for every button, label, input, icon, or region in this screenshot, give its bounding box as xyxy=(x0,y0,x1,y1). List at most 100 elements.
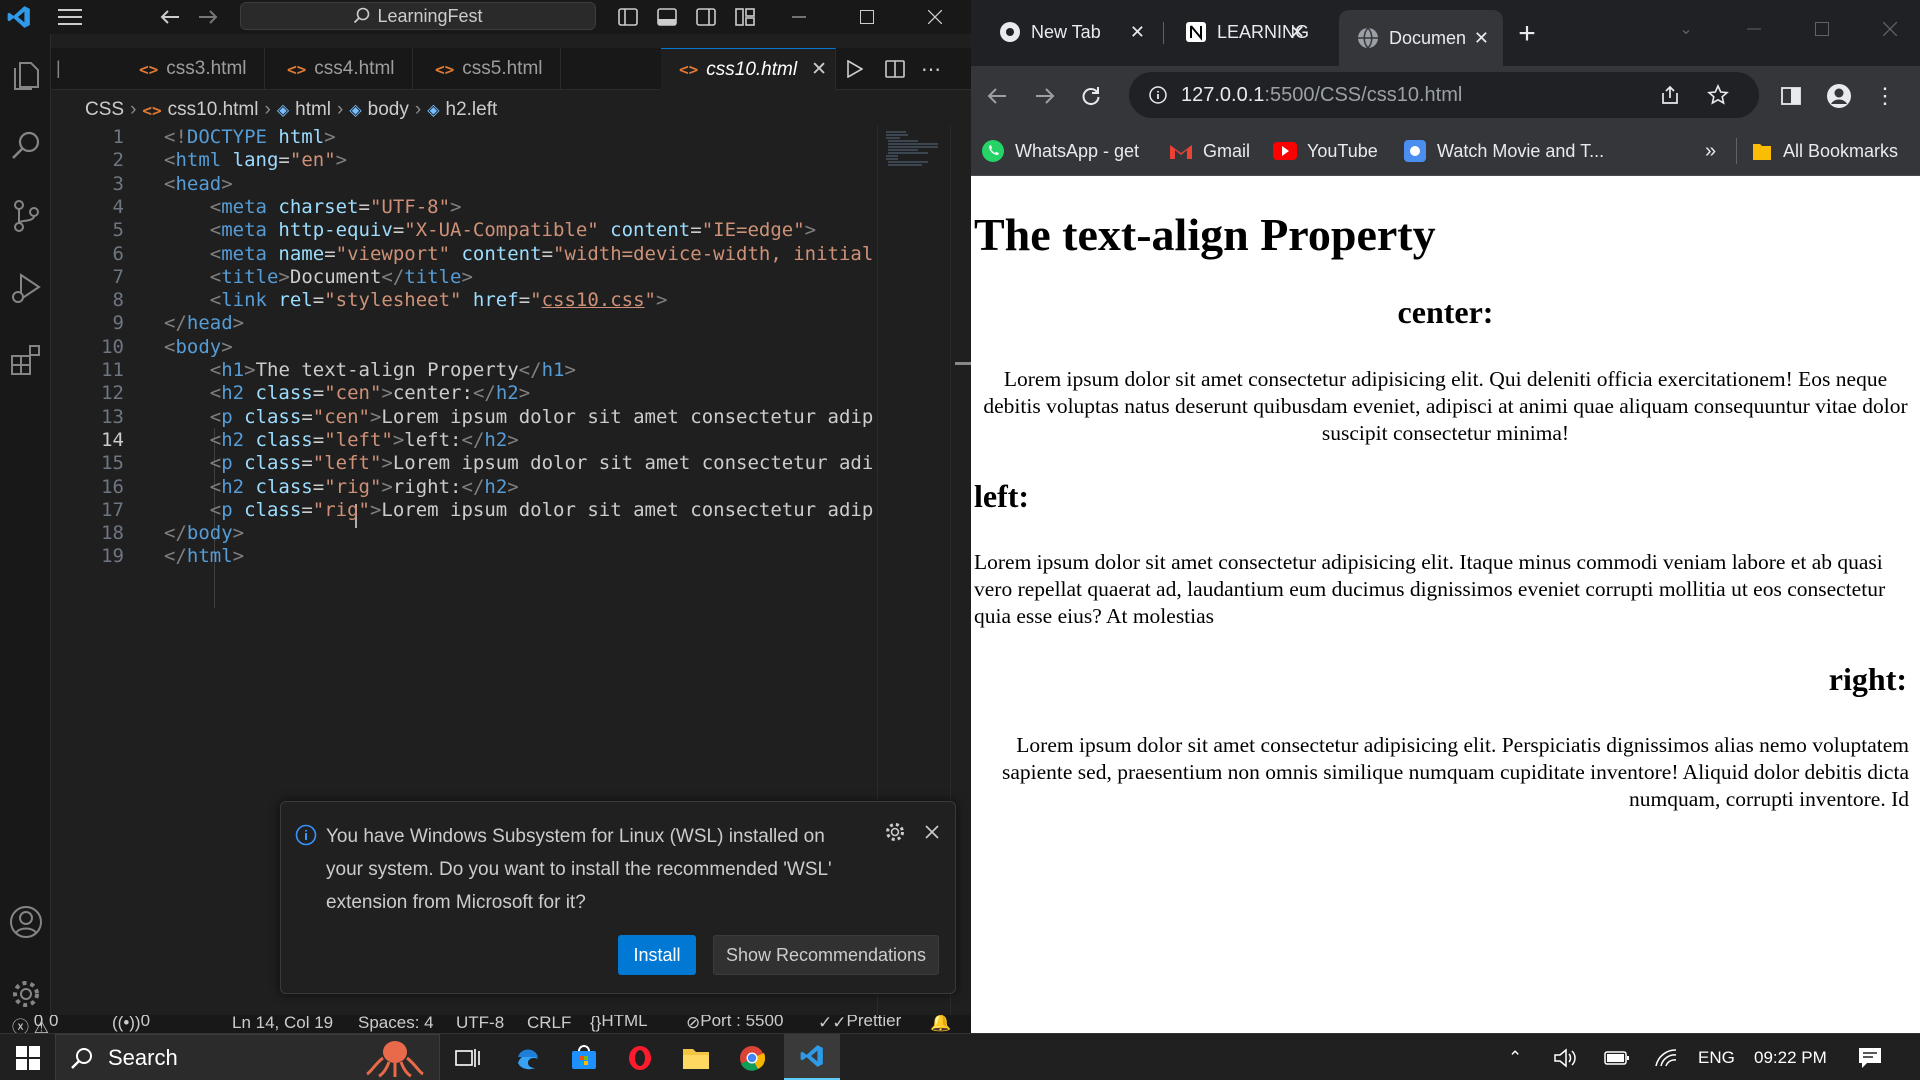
code-line[interactable]: </body> xyxy=(164,522,878,544)
code-line[interactable]: </html> xyxy=(164,545,878,567)
sidebar-icon[interactable] xyxy=(1775,80,1807,112)
close-icon[interactable]: ✕ xyxy=(1290,22,1305,43)
bookmark-gmail[interactable]: Gmail xyxy=(1169,136,1250,166)
forward-icon[interactable] xyxy=(1029,80,1061,112)
close-icon[interactable]: ✕ xyxy=(1130,22,1145,43)
tab-css3[interactable]: <> css3.html xyxy=(117,48,265,90)
problems-indicator[interactable]: ⓧ 0 ⚠ 0 xyxy=(12,1015,58,1033)
bell-icon[interactable]: 🔔 xyxy=(930,1015,951,1033)
close-window-icon[interactable] xyxy=(920,4,950,30)
run-icon[interactable] xyxy=(841,56,869,82)
file-explorer-icon[interactable] xyxy=(668,1034,724,1080)
indentation[interactable]: Spaces: 4 xyxy=(358,1015,434,1033)
address-bar[interactable]: 127.0.0.1:5500/CSS/css10.html xyxy=(1129,72,1759,118)
search-icon[interactable] xyxy=(6,126,46,166)
chrome-tab-learning[interactable]: LEARNING ✕ xyxy=(1167,8,1319,56)
files-icon[interactable] xyxy=(6,54,46,94)
more-icon[interactable]: ⋯ xyxy=(917,56,945,82)
opera-icon[interactable] xyxy=(612,1034,668,1080)
notifications-icon[interactable] xyxy=(1858,1034,1882,1080)
taskbar-search[interactable]: Search xyxy=(55,1034,440,1080)
prettier-status[interactable]: ✓✓ Prettier xyxy=(818,1015,901,1033)
breadcrumb-h2-left[interactable]: h2.left xyxy=(446,99,498,121)
breadcrumb-html[interactable]: html xyxy=(295,99,331,121)
code-line[interactable]: <h2 class="rig">right:</h2> xyxy=(164,476,878,498)
edge-icon[interactable] xyxy=(500,1034,556,1080)
reload-icon[interactable] xyxy=(1075,80,1107,112)
star-icon[interactable] xyxy=(1703,80,1733,110)
all-bookmarks[interactable]: All Bookmarks xyxy=(1751,136,1898,166)
breadcrumb-body[interactable]: body xyxy=(368,99,409,121)
bookmark-youtube[interactable]: YouTube xyxy=(1273,136,1378,166)
gear-icon[interactable] xyxy=(882,819,908,845)
task-view-icon[interactable] xyxy=(440,1034,496,1080)
maximize-icon[interactable] xyxy=(852,4,882,30)
windows-start-icon[interactable] xyxy=(0,1034,56,1080)
vscode-taskbar-icon[interactable] xyxy=(784,1034,840,1080)
account-icon[interactable] xyxy=(6,902,46,942)
ports-indicator[interactable]: ((•)) 0 xyxy=(112,1015,150,1033)
code-line[interactable]: <meta http-equiv="X-UA-Compatible" conte… xyxy=(164,219,878,241)
code-line[interactable]: <!DOCTYPE html> xyxy=(164,126,878,148)
bookmark-watch-movie[interactable]: Watch Movie and T... xyxy=(1403,136,1604,166)
code-line[interactable]: <p class="left">Lorem ipsum dolor sit am… xyxy=(164,452,878,474)
close-icon[interactable]: ✕ xyxy=(1474,28,1489,49)
language-mode[interactable]: {} HTML xyxy=(590,1015,648,1033)
tab-css10[interactable]: <> css10.html ✕ xyxy=(661,48,836,90)
code-line[interactable]: <h2 class="cen">center:</h2> xyxy=(164,382,878,404)
code-line[interactable]: <meta charset="UTF-8"> xyxy=(164,196,878,218)
chevron-up-icon[interactable]: ⌃ xyxy=(1508,1034,1522,1080)
language-indicator[interactable]: ENG xyxy=(1698,1034,1735,1080)
clock[interactable]: 09:22 PM xyxy=(1754,1034,1827,1080)
command-center[interactable]: LearningFest xyxy=(240,2,596,30)
live-server-port[interactable]: ⊘ Port : 5500 xyxy=(686,1015,783,1033)
breadcrumb-file[interactable]: css10.html xyxy=(168,99,259,121)
chevron-down-icon[interactable]: ⌄ xyxy=(1671,14,1701,44)
end-of-line[interactable]: CRLF xyxy=(527,1015,571,1033)
forward-icon[interactable] xyxy=(193,4,223,30)
code-line[interactable]: <meta name="viewport" content="width=dev… xyxy=(164,243,878,265)
code-line[interactable]: <p class="rig">Lorem ipsum dolor sit ame… xyxy=(164,499,878,521)
code-line[interactable]: <h1>The text-align Property</h1> xyxy=(164,359,878,381)
wifi-icon[interactable] xyxy=(1654,1034,1678,1080)
more-bookmarks-button[interactable]: » xyxy=(1705,136,1716,166)
back-icon[interactable] xyxy=(981,80,1013,112)
back-icon[interactable] xyxy=(155,4,185,30)
chrome-taskbar-icon[interactable] xyxy=(724,1034,780,1080)
show-recommendations-button[interactable]: Show Recommendations xyxy=(713,935,939,975)
customize-layout-icon[interactable] xyxy=(730,4,760,30)
minimize-icon[interactable] xyxy=(1739,14,1769,44)
close-window-icon[interactable] xyxy=(1875,14,1905,44)
share-icon[interactable] xyxy=(1655,80,1685,110)
code-line[interactable]: <head> xyxy=(164,173,878,195)
new-tab-button[interactable]: + xyxy=(1511,17,1543,50)
battery-icon[interactable] xyxy=(1604,1034,1630,1080)
tab-css5[interactable]: <> css5.html xyxy=(413,48,561,90)
toggle-panel-icon[interactable] xyxy=(652,4,682,30)
code-line[interactable]: <link rel="stylesheet" href="css10.css"> xyxy=(164,289,878,311)
source-control-icon[interactable] xyxy=(6,196,46,236)
minimize-icon[interactable] xyxy=(784,4,814,30)
code-line[interactable]: </head> xyxy=(164,312,878,334)
store-icon[interactable] xyxy=(556,1034,612,1080)
toggle-secondary-sidebar-icon[interactable] xyxy=(691,4,721,30)
chrome-tab-new-tab[interactable]: New Tab ✕ xyxy=(981,8,1159,56)
site-info-icon[interactable] xyxy=(1149,86,1167,104)
extensions-icon[interactable] xyxy=(6,340,46,380)
breadcrumb-folder[interactable]: CSS xyxy=(85,99,124,121)
maximize-icon[interactable] xyxy=(1807,14,1837,44)
menu-icon[interactable] xyxy=(55,4,85,30)
tab-css4[interactable]: <> css4.html xyxy=(265,48,413,90)
bookmark-whatsapp[interactable]: WhatsApp - get xyxy=(981,136,1139,166)
run-debug-icon[interactable] xyxy=(6,268,46,308)
cursor-position[interactable]: Ln 14, Col 19 xyxy=(232,1015,333,1033)
close-icon[interactable] xyxy=(919,819,945,845)
volume-icon[interactable] xyxy=(1553,1034,1577,1080)
chrome-tab-document[interactable]: Documen ✕ xyxy=(1339,10,1503,66)
install-button[interactable]: Install xyxy=(618,935,696,975)
toggle-sidebar-icon[interactable] xyxy=(613,4,643,30)
code-line[interactable]: <h2 class="left">left:</h2> xyxy=(164,429,878,451)
profile-icon[interactable] xyxy=(1823,80,1855,112)
code-line[interactable]: <html lang="en"> xyxy=(164,149,878,171)
code-line[interactable]: <p class="cen">Lorem ipsum dolor sit ame… xyxy=(164,406,878,428)
